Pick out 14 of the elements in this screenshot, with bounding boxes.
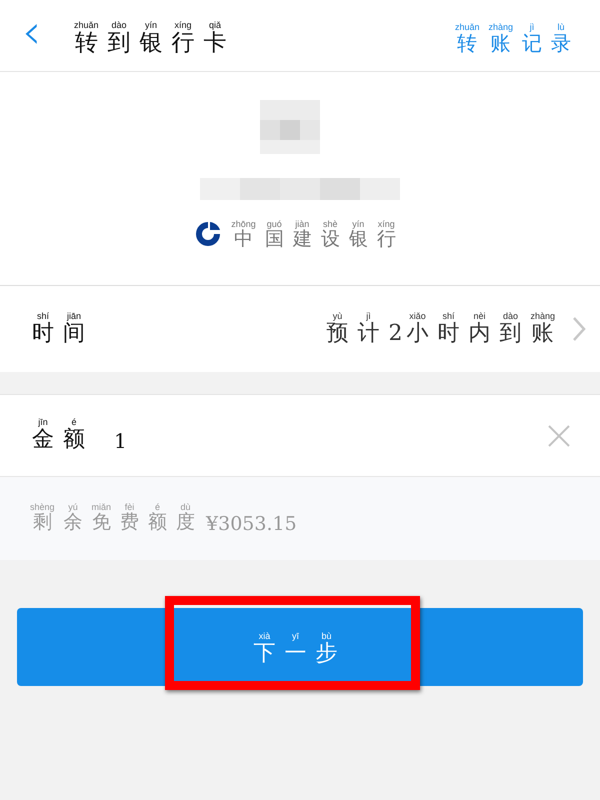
time-label: shí 时 jiān 间 <box>32 312 86 346</box>
clear-icon[interactable] <box>548 424 570 446</box>
arrival-time-value: yù 预 jì 计 2 xiǎo 小 shí 时 nèi 内 dào 到 zhàng 账 <box>326 312 556 346</box>
back-button[interactable]: ‹ <box>22 8 74 56</box>
next-step-button[interactable]: xià 下 yī 一 bù 步 <box>17 608 583 686</box>
free-quota-amount: ¥3053.15 <box>206 512 297 534</box>
bank-logo-icon <box>195 220 222 247</box>
bank-name: zhōng 中 guó 国 jiàn 建 shè 设 yín 银 xíng 行 <box>231 218 397 251</box>
amount-field[interactable]: 1 <box>114 418 548 452</box>
page-title: zhuǎn 转 dào 到 yín 银 xíng 行 qiǎ 卡 <box>74 18 228 56</box>
chevron-right-icon[interactable] <box>572 316 586 342</box>
transfer-records-link[interactable]: zhuǎn 转 zhàng 账 jì 记 lù 录 <box>454 16 580 54</box>
free-quota-label: shèng 剩 yú 余 miǎn 免 fèi 费 é 额 dù 度 <box>30 503 196 534</box>
amount-label: jīn 金 é 额 <box>32 418 86 453</box>
